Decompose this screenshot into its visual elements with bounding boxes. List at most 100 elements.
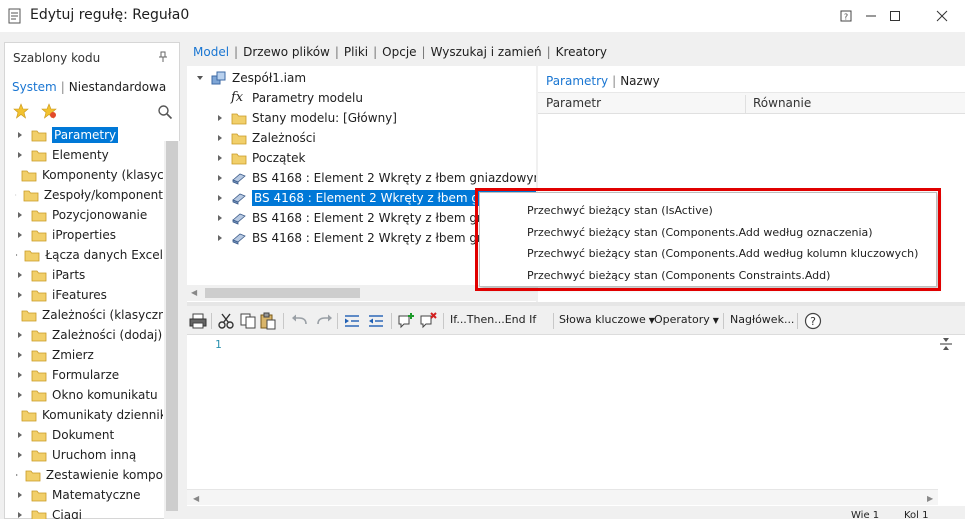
main-tab[interactable]: Wyszukaj i zamień	[431, 45, 542, 59]
expand-caret-icon[interactable]	[15, 370, 25, 380]
snippet-category-item[interactable]: Zespoły/komponent	[5, 185, 163, 205]
tree-relations[interactable]: Zależności	[215, 128, 316, 148]
copy-icon[interactable]	[239, 312, 257, 330]
main-tab[interactable]: Opcje	[382, 45, 416, 59]
add-comment-icon[interactable]	[397, 312, 415, 330]
snippet-category-item[interactable]: Formularze	[5, 365, 163, 385]
remove-comment-icon[interactable]	[419, 312, 437, 330]
tree-model-params[interactable]: fx Parametry modelu	[231, 88, 363, 108]
tree-component-item[interactable]: BS 4168 : Element 2 Wkręty z łbem gniazd…	[215, 168, 536, 188]
cut-icon[interactable]	[217, 312, 235, 330]
scroll-left-icon[interactable]: ◀	[193, 494, 199, 503]
expand-caret-icon[interactable]	[215, 233, 225, 243]
snippet-category-item[interactable]: Elementy	[5, 145, 163, 165]
snippet-category-item[interactable]: iFeatures	[5, 285, 163, 305]
tree-horizontal-scrollbar[interactable]: ◀	[187, 285, 536, 301]
expand-caret-icon[interactable]	[15, 250, 18, 260]
scrollbar-thumb[interactable]	[205, 288, 360, 298]
keywords-dropdown[interactable]: Słowa kluczowe ▼	[559, 313, 655, 326]
redo-icon[interactable]	[315, 312, 333, 330]
expand-caret-icon[interactable]	[215, 113, 225, 123]
add-favorite-icon[interactable]	[41, 103, 57, 119]
maximize-button[interactable]	[872, 0, 918, 32]
expand-caret-icon[interactable]	[15, 510, 25, 519]
header-button[interactable]: Nagłówek...	[730, 313, 794, 326]
expand-caret-icon[interactable]	[15, 270, 25, 280]
expand-caret-icon[interactable]	[15, 290, 25, 300]
column-parameter[interactable]: Parametr	[546, 96, 601, 110]
indent-icon[interactable]	[343, 312, 361, 330]
expand-caret-icon[interactable]	[215, 193, 225, 203]
context-menu-item[interactable]: Przechwyć bieżący stan (IsActive)	[527, 204, 713, 217]
close-button[interactable]	[919, 0, 965, 32]
expand-caret-icon[interactable]	[215, 173, 225, 183]
main-tab[interactable]: Model	[193, 45, 229, 59]
snippet-category-item[interactable]: Pozycjonowanie	[5, 205, 163, 225]
panel-splitter[interactable]	[187, 302, 965, 306]
expand-caret-icon[interactable]	[15, 430, 25, 440]
expand-caret-icon[interactable]	[15, 210, 25, 220]
tree-model-states[interactable]: Stany modelu: [Główny]	[215, 108, 397, 128]
snippet-category-item[interactable]: Zależności (dodaj)	[5, 325, 163, 345]
ifthen-button[interactable]: If...Then...End If	[450, 313, 536, 326]
snippet-category-item[interactable]: iProperties	[5, 225, 163, 245]
scrollbar-thumb[interactable]	[166, 141, 178, 511]
main-tab[interactable]: Kreatory	[556, 45, 607, 59]
context-menu-item[interactable]: Przechwyć bieżący stan (Components.Add w…	[527, 226, 873, 239]
print-icon[interactable]	[189, 312, 207, 330]
tab-system[interactable]: System	[12, 80, 57, 94]
undo-icon[interactable]	[291, 312, 309, 330]
snippet-category-item[interactable]: Łącza danych Excel	[5, 245, 163, 265]
expand-caret-icon[interactable]	[15, 490, 25, 500]
snippet-category-item[interactable]: Zestawienie kompo	[5, 465, 163, 485]
help-circle-icon[interactable]: ?	[804, 312, 822, 330]
snippet-category-item[interactable]: Dokument	[5, 425, 163, 445]
favorite-star-icon[interactable]	[13, 103, 29, 119]
tree-origin[interactable]: Początek	[215, 148, 305, 168]
split-view-icon[interactable]	[939, 337, 953, 351]
expand-caret-icon[interactable]	[15, 330, 25, 340]
editor-horizontal-scrollbar[interactable]: ◀ ▶	[187, 489, 938, 505]
pin-icon[interactable]	[158, 51, 168, 63]
expand-caret-icon[interactable]	[215, 153, 225, 163]
expand-caret-icon[interactable]	[15, 470, 19, 480]
column-equation[interactable]: Równanie	[753, 96, 811, 110]
expand-caret-icon[interactable]	[15, 390, 25, 400]
operators-dropdown[interactable]: Operatory ▼	[654, 313, 719, 326]
snippet-scrollbar[interactable]	[164, 141, 180, 519]
tree-root[interactable]: Zespół1.iam	[195, 68, 306, 88]
expand-caret-icon[interactable]	[15, 150, 25, 160]
snippet-category-item[interactable]: Okno komunikatu	[5, 385, 163, 405]
tree-component-item[interactable]: BS 4168 : Element 2 Wkręty z łbem gniazd…	[215, 228, 517, 248]
scroll-right-icon[interactable]: ▶	[927, 494, 933, 503]
snippet-category-item[interactable]: Matematyczne	[5, 485, 163, 505]
expand-caret-icon[interactable]	[15, 230, 25, 240]
main-tab[interactable]: Pliki	[344, 45, 368, 59]
snippet-category-item[interactable]: Zmierz	[5, 345, 163, 365]
expand-caret-icon[interactable]	[15, 190, 17, 200]
expand-caret-icon[interactable]	[15, 350, 25, 360]
tab-custom[interactable]: Niestandardowa	[69, 80, 166, 94]
snippet-category-item[interactable]: Parametry	[5, 125, 163, 145]
tree-component-item[interactable]: BS 4168 : Element 2 Wkręty z łbem gniazd…	[215, 208, 517, 228]
paste-icon[interactable]	[259, 312, 277, 330]
tab-parameters[interactable]: Parametry	[546, 74, 608, 88]
snippet-category-item[interactable]: Komponenty (klasyc	[5, 165, 163, 185]
expand-caret-icon[interactable]	[215, 133, 225, 143]
snippet-category-item[interactable]: Komunikaty dziennik	[5, 405, 163, 425]
expand-caret-icon[interactable]	[15, 450, 25, 460]
outdent-icon[interactable]	[367, 312, 385, 330]
snippet-category-item[interactable]: Zależności (klasyczn	[5, 305, 163, 325]
tab-names[interactable]: Nazwy	[620, 74, 660, 88]
search-icon[interactable]	[157, 104, 173, 120]
main-tab[interactable]: Drzewo plików	[243, 45, 330, 59]
expand-caret-icon[interactable]	[215, 213, 225, 223]
snippet-category-item[interactable]: Ciągi	[5, 505, 163, 519]
snippet-category-item[interactable]: Uruchom inną	[5, 445, 163, 465]
scroll-left-icon[interactable]: ◀	[191, 288, 197, 297]
context-menu-item[interactable]: Przechwyć bieżący stan (Components.Add w…	[527, 247, 918, 260]
context-menu-item[interactable]: Przechwyć bieżący stan (Components Const…	[527, 269, 830, 282]
code-editor[interactable]: 1	[187, 334, 965, 506]
collapse-caret-icon[interactable]	[195, 73, 205, 83]
snippet-category-item[interactable]: iParts	[5, 265, 163, 285]
